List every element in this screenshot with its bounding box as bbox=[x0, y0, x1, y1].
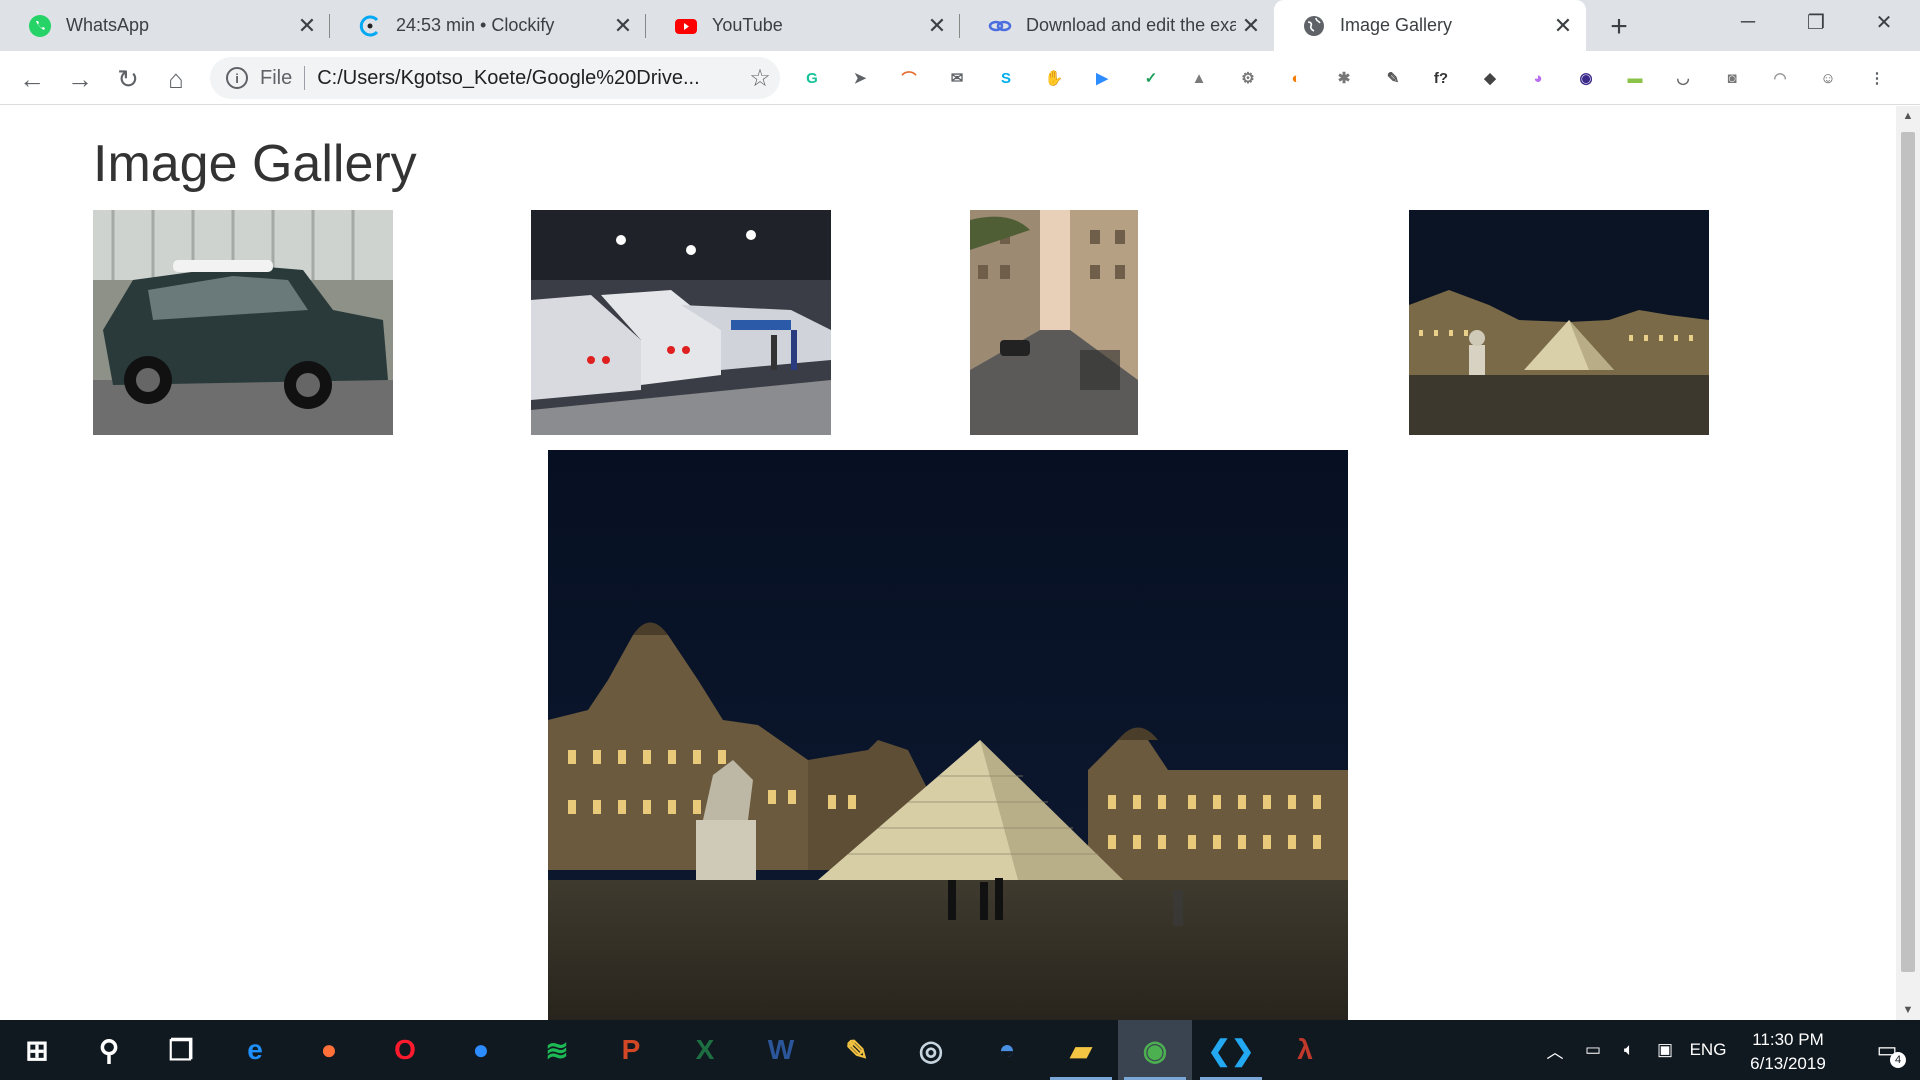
vscode-icon[interactable]: ❮❯ bbox=[1194, 1020, 1268, 1080]
menu-dots-icon[interactable]: ⋮ bbox=[1863, 64, 1891, 92]
tab-title: Download and edit the exa bbox=[1026, 15, 1236, 35]
volume-icon[interactable]: 🔈︎ bbox=[1612, 1020, 1646, 1080]
powerpoint-icon[interactable]: P bbox=[594, 1020, 668, 1080]
swirl-icon[interactable]: ◐ bbox=[1282, 64, 1310, 92]
tab-title: 24:53 min • Clockify bbox=[396, 15, 555, 35]
opera-icon[interactable]: O bbox=[368, 1020, 442, 1080]
forward-button[interactable]: → bbox=[62, 61, 98, 97]
layers-icon[interactable]: ◆ bbox=[1476, 64, 1504, 92]
shield-icon[interactable]: ✓ bbox=[1137, 64, 1165, 92]
paint-icon[interactable]: ✎ bbox=[820, 1020, 894, 1080]
omnibox-divider bbox=[304, 66, 306, 90]
skype-icon[interactable]: S bbox=[992, 64, 1020, 92]
url-text[interactable]: C:/Users/Kgotso_Koete/Google%20Drive... bbox=[317, 67, 740, 90]
tab-strip: WhatsApp ✕ 24:53 min • Clockify ✕ YouTub… bbox=[0, 0, 1920, 51]
camera-icon[interactable]: ◙ bbox=[1718, 64, 1746, 92]
thumbnail-mini-car[interactable] bbox=[93, 210, 393, 435]
clockify-icon bbox=[358, 14, 382, 38]
steam-icon[interactable]: ◎ bbox=[894, 1020, 968, 1080]
scroll-up-arrow-icon[interactable]: ▲ bbox=[1896, 106, 1920, 126]
scroll-down-arrow-icon[interactable]: ▼ bbox=[1896, 1000, 1920, 1020]
drive-icon[interactable]: ▲ bbox=[1185, 64, 1213, 92]
thumbnail-street[interactable] bbox=[970, 210, 1138, 435]
eyedropper-icon[interactable]: ✎ bbox=[1379, 64, 1407, 92]
page-content: Image Gallery bbox=[0, 106, 1896, 1020]
clock-time: 11:30 PM bbox=[1752, 1030, 1824, 1049]
zoom-app-icon[interactable]: ● bbox=[444, 1020, 518, 1080]
clock-date: 6/13/2019 bbox=[1750, 1054, 1826, 1073]
tab-download-edit[interactable]: Download and edit the exa ✕ bbox=[960, 0, 1274, 51]
bookmark-star-icon[interactable]: ☆ bbox=[740, 64, 780, 93]
tray-overflow-icon[interactable]: ︿ bbox=[1540, 1020, 1570, 1080]
gear-icon[interactable]: ⚙ bbox=[1234, 64, 1262, 92]
task-view-icon[interactable]: ❐ bbox=[144, 1020, 218, 1080]
notifications-icon[interactable]: ▭ 4 bbox=[1862, 1020, 1912, 1080]
close-icon[interactable]: ✕ bbox=[1236, 11, 1266, 41]
folder-green-icon[interactable]: ▬ bbox=[1621, 64, 1649, 92]
close-icon[interactable]: ✕ bbox=[608, 11, 638, 41]
scrollbar-thumb[interactable] bbox=[1901, 132, 1915, 972]
clock[interactable]: 11:30 PM 6/13/2019 bbox=[1718, 1028, 1858, 1076]
search-icon[interactable]: ⚲ bbox=[72, 1020, 146, 1080]
function-icon[interactable]: f? bbox=[1427, 64, 1455, 92]
close-icon[interactable]: ✕ bbox=[292, 11, 322, 41]
file-explorer-icon[interactable]: ▰ bbox=[1044, 1020, 1118, 1080]
tab-image-gallery[interactable]: Image Gallery ✕ bbox=[1274, 0, 1586, 51]
restore-button[interactable]: ❐ bbox=[1782, 0, 1850, 44]
pocket-icon[interactable]: ◡ bbox=[1669, 64, 1697, 92]
spotify-icon[interactable]: ≋ bbox=[520, 1020, 594, 1080]
close-icon[interactable]: ✕ bbox=[922, 11, 952, 41]
featured-image-louvre[interactable] bbox=[548, 450, 1348, 1020]
url-scheme: File bbox=[260, 66, 293, 89]
info-icon[interactable]: i bbox=[226, 67, 248, 89]
excel-icon[interactable]: X bbox=[668, 1020, 742, 1080]
link-icon bbox=[988, 14, 1012, 38]
mail-icon[interactable]: ✉ bbox=[943, 64, 971, 92]
arc-icon[interactable]: ⌒ bbox=[895, 64, 923, 92]
tab-title: Image Gallery bbox=[1340, 15, 1453, 35]
page-title: Image Gallery bbox=[93, 135, 417, 193]
zoom-icon[interactable]: ▶ bbox=[1088, 64, 1116, 92]
close-window-button[interactable]: ✕ bbox=[1850, 0, 1918, 44]
adblock-icon[interactable]: ✋ bbox=[1040, 64, 1068, 92]
thumbnail-louvre[interactable] bbox=[1409, 210, 1709, 435]
globe-icon bbox=[1302, 14, 1326, 38]
bird-icon[interactable]: ➤ bbox=[846, 64, 874, 92]
network-icon[interactable]: ▣ bbox=[1648, 1020, 1682, 1080]
windows-taskbar: ⊞ ⚲ ❐ e ● O ● ≋ P X W ✎ ◎ ◓ ▰ ◉ ❮❯ λ ︿ ▭ 🔈︎ ▣ ENG 11:30 P… bbox=[0, 1020, 1920, 1080]
tab-whatsapp[interactable]: WhatsApp ✕ bbox=[0, 0, 330, 51]
browser-toolbar: ← → ↻ ⌂ i File C:/Users/Kgotso_Koete/Goo… bbox=[0, 51, 1920, 105]
tab-title: WhatsApp bbox=[66, 15, 150, 35]
battery-icon[interactable]: ▭ bbox=[1576, 1020, 1610, 1080]
chrome-icon[interactable]: ◉ bbox=[1118, 1020, 1192, 1080]
thumbnail-trains[interactable] bbox=[531, 210, 831, 435]
page-scrollbar[interactable]: ▲ ▼ bbox=[1896, 106, 1920, 1020]
bug-icon[interactable]: ✱ bbox=[1330, 64, 1358, 92]
colorwheel-icon[interactable]: ◉ bbox=[1572, 64, 1600, 92]
tab-title: YouTube bbox=[712, 15, 783, 35]
gradient-icon[interactable]: ◕ bbox=[1524, 64, 1552, 92]
address-bar[interactable]: i File C:/Users/Kgotso_Koete/Google%20Dr… bbox=[210, 57, 780, 99]
tab-youtube[interactable]: YouTube ✕ bbox=[646, 0, 960, 51]
word-icon[interactable]: W bbox=[744, 1020, 818, 1080]
grammarly-icon[interactable]: G bbox=[798, 64, 826, 92]
tab-clockify[interactable]: 24:53 min • Clockify ✕ bbox=[330, 0, 646, 51]
vpn-icon[interactable]: ◓ bbox=[970, 1020, 1044, 1080]
start-button[interactable]: ⊞ bbox=[0, 1020, 74, 1080]
firefox-icon[interactable]: ● bbox=[292, 1020, 366, 1080]
reload-button[interactable]: ↻ bbox=[110, 61, 146, 97]
whatsapp-icon bbox=[28, 14, 52, 38]
notification-count: 4 bbox=[1890, 1052, 1906, 1068]
racket-icon[interactable]: λ bbox=[1268, 1020, 1342, 1080]
home-button[interactable]: ⌂ bbox=[158, 61, 194, 97]
close-icon[interactable]: ✕ bbox=[1548, 11, 1578, 41]
back-button[interactable]: ← bbox=[14, 61, 50, 97]
profile-icon[interactable]: ☺ bbox=[1814, 64, 1842, 92]
rainbow-icon[interactable]: ◠ bbox=[1766, 64, 1794, 92]
edge-icon[interactable]: e bbox=[218, 1020, 292, 1080]
minimize-button[interactable]: ─ bbox=[1714, 0, 1782, 44]
new-tab-button[interactable]: + bbox=[1602, 10, 1636, 44]
youtube-icon bbox=[674, 14, 698, 38]
